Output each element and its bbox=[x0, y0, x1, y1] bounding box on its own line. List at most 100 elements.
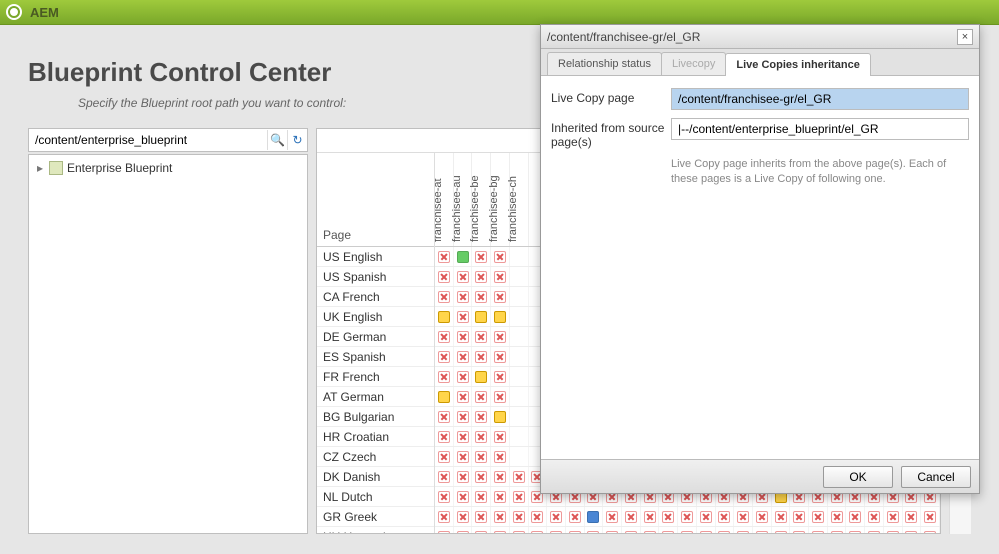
tree-item[interactable]: ▸ Enterprise Blueprint bbox=[33, 159, 303, 177]
ok-button[interactable]: OK bbox=[823, 466, 893, 488]
status-cell[interactable] bbox=[472, 427, 491, 446]
status-cell[interactable] bbox=[491, 487, 510, 506]
status-cell[interactable] bbox=[510, 507, 529, 526]
franchisee-column-header[interactable]: franchisee-ch bbox=[510, 153, 529, 246]
status-cell[interactable] bbox=[510, 287, 529, 306]
status-cell[interactable] bbox=[697, 527, 716, 533]
status-cell[interactable] bbox=[846, 527, 865, 533]
status-cell[interactable] bbox=[716, 507, 735, 526]
status-cell[interactable] bbox=[472, 467, 491, 486]
page-row[interactable]: UK English bbox=[317, 307, 434, 327]
status-cell[interactable] bbox=[510, 487, 529, 506]
status-cell[interactable] bbox=[622, 527, 641, 533]
page-row[interactable]: ES Spanish bbox=[317, 347, 434, 367]
status-cell[interactable] bbox=[865, 527, 884, 533]
status-cell[interactable] bbox=[472, 327, 491, 346]
status-cell[interactable] bbox=[772, 527, 791, 533]
blueprint-path-input[interactable] bbox=[29, 129, 267, 151]
status-cell[interactable] bbox=[472, 347, 491, 366]
status-cell[interactable] bbox=[454, 527, 473, 533]
dialog-titlebar[interactable]: /content/franchisee-gr/el_GR × bbox=[541, 25, 979, 49]
status-cell[interactable] bbox=[790, 527, 809, 533]
status-cell[interactable] bbox=[734, 527, 753, 533]
status-cell[interactable] bbox=[903, 527, 922, 533]
cancel-button[interactable]: Cancel bbox=[901, 466, 971, 488]
status-cell[interactable] bbox=[809, 507, 828, 526]
status-cell[interactable] bbox=[510, 267, 529, 286]
status-cell[interactable] bbox=[529, 527, 548, 533]
status-cell[interactable] bbox=[435, 507, 454, 526]
status-cell[interactable] bbox=[435, 527, 454, 533]
status-cell[interactable] bbox=[491, 467, 510, 486]
status-cell[interactable] bbox=[435, 247, 454, 266]
status-cell[interactable] bbox=[510, 527, 529, 533]
status-cell[interactable] bbox=[828, 527, 847, 533]
status-cell[interactable] bbox=[472, 447, 491, 466]
status-cell[interactable] bbox=[491, 367, 510, 386]
status-cell[interactable] bbox=[454, 487, 473, 506]
status-cell[interactable] bbox=[659, 527, 678, 533]
status-cell[interactable] bbox=[547, 527, 566, 533]
status-cell[interactable] bbox=[809, 527, 828, 533]
page-row[interactable]: HU Hungarian bbox=[317, 527, 434, 533]
status-cell[interactable] bbox=[435, 407, 454, 426]
status-cell[interactable] bbox=[472, 247, 491, 266]
refresh-icon[interactable]: ↻ bbox=[287, 130, 307, 150]
status-cell[interactable] bbox=[435, 347, 454, 366]
status-cell[interactable] bbox=[734, 507, 753, 526]
status-cell[interactable] bbox=[585, 507, 604, 526]
page-row[interactable]: FR French bbox=[317, 367, 434, 387]
status-cell[interactable] bbox=[510, 307, 529, 326]
status-cell[interactable] bbox=[472, 367, 491, 386]
page-row[interactable]: CA French bbox=[317, 287, 434, 307]
status-cell[interactable] bbox=[697, 507, 716, 526]
status-cell[interactable] bbox=[435, 367, 454, 386]
status-cell[interactable] bbox=[472, 487, 491, 506]
status-cell[interactable] bbox=[435, 467, 454, 486]
status-cell[interactable] bbox=[566, 507, 585, 526]
status-cell[interactable] bbox=[454, 347, 473, 366]
status-cell[interactable] bbox=[472, 387, 491, 406]
page-row[interactable]: NL Dutch bbox=[317, 487, 434, 507]
status-cell[interactable] bbox=[529, 507, 548, 526]
status-cell[interactable] bbox=[472, 507, 491, 526]
status-cell[interactable] bbox=[903, 507, 922, 526]
status-cell[interactable] bbox=[435, 487, 454, 506]
status-cell[interactable] bbox=[491, 247, 510, 266]
status-cell[interactable] bbox=[435, 427, 454, 446]
inherited-from-input[interactable] bbox=[671, 118, 969, 140]
status-cell[interactable] bbox=[678, 507, 697, 526]
status-cell[interactable] bbox=[472, 307, 491, 326]
status-cell[interactable] bbox=[846, 507, 865, 526]
status-cell[interactable] bbox=[772, 507, 791, 526]
status-cell[interactable] bbox=[603, 507, 622, 526]
dialog-tab[interactable]: Live Copies inheritance bbox=[725, 53, 870, 76]
status-cell[interactable] bbox=[585, 527, 604, 533]
status-cell[interactable] bbox=[790, 507, 809, 526]
status-cell[interactable] bbox=[491, 327, 510, 346]
status-cell[interactable] bbox=[566, 527, 585, 533]
status-cell[interactable] bbox=[659, 507, 678, 526]
status-cell[interactable] bbox=[921, 527, 940, 533]
status-cell[interactable] bbox=[921, 507, 940, 526]
status-cell[interactable] bbox=[491, 527, 510, 533]
status-cell[interactable] bbox=[454, 507, 473, 526]
status-cell[interactable] bbox=[510, 347, 529, 366]
status-cell[interactable] bbox=[753, 507, 772, 526]
status-cell[interactable] bbox=[510, 467, 529, 486]
status-cell[interactable] bbox=[454, 387, 473, 406]
page-row[interactable]: HR Croatian bbox=[317, 427, 434, 447]
status-cell[interactable] bbox=[454, 447, 473, 466]
status-cell[interactable] bbox=[491, 447, 510, 466]
status-cell[interactable] bbox=[435, 387, 454, 406]
page-row[interactable]: DE German bbox=[317, 327, 434, 347]
status-cell[interactable] bbox=[603, 527, 622, 533]
page-row[interactable]: CZ Czech bbox=[317, 447, 434, 467]
page-row[interactable]: GR Greek bbox=[317, 507, 434, 527]
page-row[interactable]: US English bbox=[317, 247, 434, 267]
close-icon[interactable]: × bbox=[957, 29, 973, 45]
expand-icon[interactable]: ▸ bbox=[35, 161, 45, 175]
dialog-tab[interactable]: Relationship status bbox=[547, 52, 662, 75]
status-cell[interactable] bbox=[491, 267, 510, 286]
status-cell[interactable] bbox=[510, 427, 529, 446]
